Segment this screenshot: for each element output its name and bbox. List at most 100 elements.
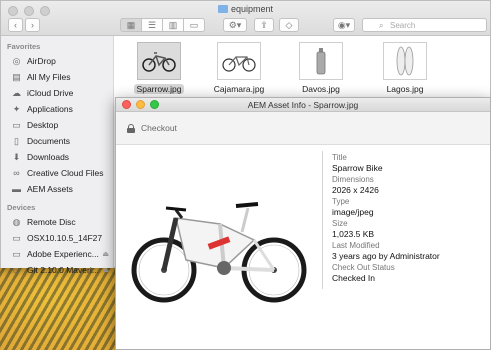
- zoom-button[interactable]: [150, 100, 159, 109]
- all-files-icon: ▤: [12, 71, 21, 82]
- sidebar-item-label: Applications: [27, 104, 73, 114]
- sidebar-item-creative-cloud[interactable]: ∞ Creative Cloud Files: [1, 165, 113, 181]
- checkout-label: Checkout: [141, 123, 177, 133]
- file-grid: Sparrow.jpg Cajamara.jpg Davos.jpg Lagos…: [115, 36, 490, 98]
- icon-view-button[interactable]: ▦: [120, 18, 142, 32]
- property-value-dimensions: 2026 x 2426: [332, 185, 379, 195]
- property-value-type: image/jpeg: [332, 207, 374, 217]
- sidebar-item-downloads[interactable]: ⬇ Downloads: [1, 149, 113, 165]
- cloud-icon: ☁: [12, 87, 21, 98]
- sidebar-item-adobe-experience[interactable]: ▭ Adobe Experienc... ⏏: [1, 246, 113, 262]
- dialog-title: AEM Asset Info - Sparrow.jpg: [247, 100, 359, 110]
- vertical-divider: [322, 151, 323, 289]
- tag-button[interactable]: ◇: [279, 18, 299, 32]
- file-item-davos[interactable]: Davos.jpg: [286, 42, 356, 94]
- forward-button[interactable]: ›: [25, 18, 40, 32]
- checkout-button[interactable]: Checkout: [127, 123, 177, 133]
- sidebar-item-remote-disc[interactable]: ◍ Remote Disc: [1, 214, 113, 230]
- sidebar-item-aem-assets[interactable]: ▬ AEM Assets: [1, 181, 113, 197]
- back-button[interactable]: ‹: [8, 18, 23, 32]
- sidebar-item-label: AEM Assets: [27, 184, 73, 194]
- eject-icon[interactable]: ⏏: [102, 266, 109, 274]
- sidebar-item-applications[interactable]: ✦ Applications: [1, 101, 113, 117]
- sidebar-item-all-my-files[interactable]: ▤ All My Files: [1, 69, 113, 85]
- asset-preview: [116, 146, 321, 350]
- chevron-left-icon: ‹: [14, 20, 17, 30]
- finder-titlebar: equipment ‹ › ▦ ☰ ▥ ▭ ⚙▾ ⇪ ◇ ◉▾ ⌕ Search: [1, 1, 490, 36]
- sidebar-item-git-mavericks[interactable]: ▭ Git 2.10.0 Maveri... ⏏: [1, 262, 113, 278]
- drive-icon: ▭: [12, 264, 21, 275]
- share-icon: ⇪: [260, 19, 268, 30]
- property-label-checkout-status: Check Out Status: [332, 263, 395, 272]
- file-name: Cajamara.jpg: [213, 84, 265, 94]
- search-input[interactable]: ⌕ Search: [362, 18, 487, 32]
- sidebar-item-label: Downloads: [27, 152, 70, 162]
- sidebar-item-label: Creative Cloud Files: [27, 168, 104, 178]
- folder-icon: [217, 5, 228, 13]
- bottle-thumbnail-icon: [316, 48, 326, 75]
- property-label-dimensions: Dimensions: [332, 175, 374, 184]
- view-mode-group: ▦ ☰ ▥ ▭: [120, 18, 205, 32]
- file-name: Sparrow.jpg: [133, 84, 185, 94]
- chevron-right-icon: ›: [31, 20, 34, 30]
- tag-icon: ◇: [285, 19, 293, 30]
- arrange-button[interactable]: ◉▾: [333, 18, 355, 32]
- airdrop-icon: ◎: [12, 55, 21, 66]
- disc-icon: ◍: [12, 216, 21, 227]
- dialog-toolbar: Checkout: [116, 112, 490, 145]
- property-value-last-modified: 3 years ago by Administrator: [332, 251, 440, 261]
- navigation-buttons: ‹ ›: [8, 18, 40, 32]
- file-name: Davos.jpg: [302, 84, 340, 94]
- sidebar-item-label: Desktop: [27, 120, 59, 130]
- property-value-size: 1,023.5 KB: [332, 229, 375, 239]
- creative-cloud-icon: ∞: [13, 168, 20, 178]
- sidebar-item-documents[interactable]: ▯ Documents: [1, 133, 113, 149]
- property-value-checkout-status: Checked In: [332, 273, 375, 283]
- minimize-button[interactable]: [136, 100, 145, 109]
- file-name: Lagos.jpg: [386, 84, 424, 94]
- column-view-button[interactable]: ▥: [162, 18, 184, 32]
- property-label-title: Title: [332, 153, 347, 162]
- sidebar-section-favorites: Favorites: [7, 42, 41, 51]
- file-item-lagos[interactable]: Lagos.jpg: [370, 42, 440, 94]
- eject-icon[interactable]: ⏏: [102, 250, 109, 258]
- lock-icon: [127, 123, 135, 133]
- sidebar-item-label: Git 2.10.0 Maveri...: [27, 265, 99, 275]
- grid-icon: ▦: [126, 19, 136, 30]
- gear-icon: ⚙▾: [228, 19, 242, 30]
- sidebar-item-icloud-drive[interactable]: ☁ iCloud Drive: [1, 85, 113, 101]
- dialog-titlebar: AEM Asset Info - Sparrow.jpg: [116, 98, 490, 112]
- sidebar-item-label: Adobe Experienc...: [27, 249, 99, 259]
- bike-thumbnail-icon: [222, 56, 256, 72]
- file-item-cajamara[interactable]: Cajamara.jpg: [204, 42, 274, 94]
- share-button[interactable]: ⇪: [254, 18, 274, 32]
- desktop-icon: ▭: [12, 119, 21, 130]
- sidebar-item-airdrop[interactable]: ◎ AirDrop: [1, 53, 113, 69]
- property-label-type: Type: [332, 197, 350, 206]
- folder-icon: ▬: [12, 184, 21, 194]
- list-view-button[interactable]: ☰: [141, 18, 163, 32]
- search-placeholder: Search: [390, 20, 416, 30]
- dialog-body: Title Sparrow Bike Dimensions 2026 x 242…: [116, 146, 490, 349]
- dialog-window-controls: [122, 100, 159, 109]
- close-button[interactable]: [122, 100, 131, 109]
- sidebar-item-desktop[interactable]: ▭ Desktop: [1, 117, 113, 133]
- window-title-text: equipment: [230, 4, 274, 14]
- cover-flow-button[interactable]: ▭: [183, 18, 205, 32]
- columns-icon: ▥: [168, 19, 178, 30]
- downloads-icon: ⬇: [12, 151, 21, 162]
- window-title: equipment: [1, 4, 490, 14]
- file-item-sparrow[interactable]: Sparrow.jpg: [124, 42, 194, 94]
- sidebar: Favorites ◎ AirDrop ▤ All My Files ☁ iCloud…: [1, 36, 114, 275]
- documents-icon: ▯: [14, 135, 19, 146]
- drive-icon: ▭: [12, 248, 21, 259]
- file-thumbnail: [137, 42, 181, 80]
- file-thumbnail: [217, 42, 261, 80]
- sidebar-item-osx-drive[interactable]: ▭ OSX10.10.5_14F27: [1, 230, 113, 246]
- surfboard-thumbnail-icon: [396, 46, 414, 76]
- cover-flow-icon: ▭: [189, 19, 199, 30]
- sidebar-item-label: All My Files: [27, 72, 71, 82]
- property-label-size: Size: [332, 219, 348, 228]
- sidebar-item-label: OSX10.10.5_14F27: [27, 233, 103, 243]
- action-button[interactable]: ⚙▾: [223, 18, 247, 32]
